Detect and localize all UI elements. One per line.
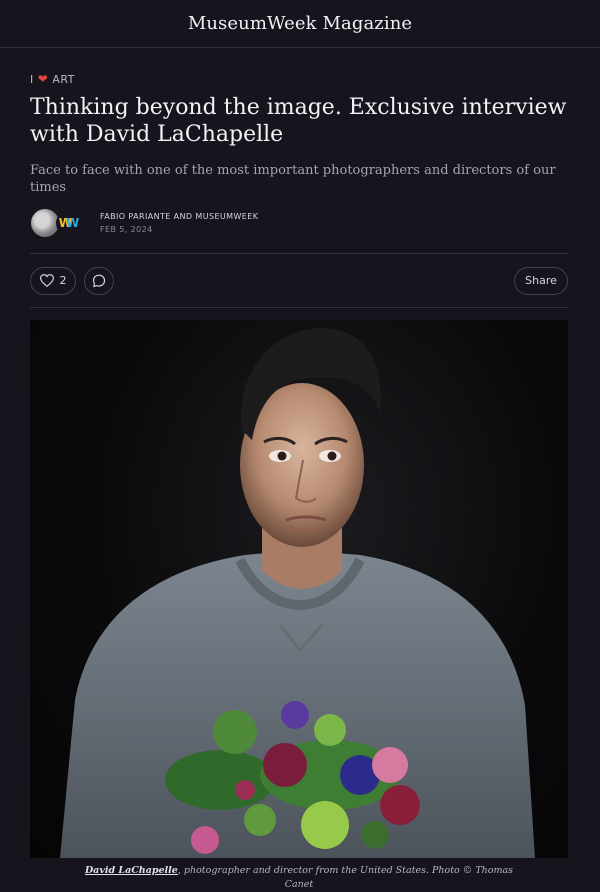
comment-bubble-icon: [92, 274, 106, 287]
byline: WW FABIO PARIANTE AND MUSEUMWEEK FEB 5, …: [30, 206, 568, 240]
action-bar-left: 2: [30, 266, 114, 295]
publish-date: FEB 5, 2024: [100, 225, 153, 234]
museumweek-logo-icon[interactable]: WW: [56, 210, 82, 236]
heart-icon: ❤: [37, 72, 49, 86]
article-title: Thinking beyond the image. Exclusive int…: [30, 95, 567, 147]
caption-name-link[interactable]: David LaChapelle: [85, 865, 178, 876]
kicker-prefix: I: [30, 72, 34, 86]
hero-portrait-image[interactable]: [30, 320, 568, 858]
kicker-label: ART: [52, 72, 75, 86]
top-bar: MuseumWeek Magazine: [0, 0, 600, 48]
like-button[interactable]: 2: [30, 266, 76, 295]
publication-title[interactable]: MuseumWeek Magazine: [188, 13, 412, 34]
caption-text: , photographer and director from the Uni…: [177, 865, 514, 890]
divider: [30, 307, 568, 308]
action-bar: 2 Share: [30, 254, 568, 307]
byline-text: FABIO PARIANTE AND MUSEUMWEEK FEB 5, 202…: [100, 212, 258, 234]
heart-outline-icon: [39, 274, 54, 287]
author-names[interactable]: FABIO PARIANTE AND MUSEUMWEEK: [100, 212, 258, 221]
image-caption: David LaChapelle, photographer and direc…: [30, 864, 568, 892]
comment-button[interactable]: [84, 266, 114, 295]
section-kicker[interactable]: I ❤ ART: [30, 72, 568, 86]
share-button[interactable]: Share: [514, 266, 568, 295]
portrait-illustration: [60, 328, 535, 858]
article: I ❤ ART Thinking beyond the image. Exclu…: [0, 72, 600, 892]
like-count: 2: [59, 274, 67, 287]
author-avatars[interactable]: WW: [30, 208, 100, 238]
article-subtitle: Face to face with one of the most import…: [30, 163, 556, 195]
